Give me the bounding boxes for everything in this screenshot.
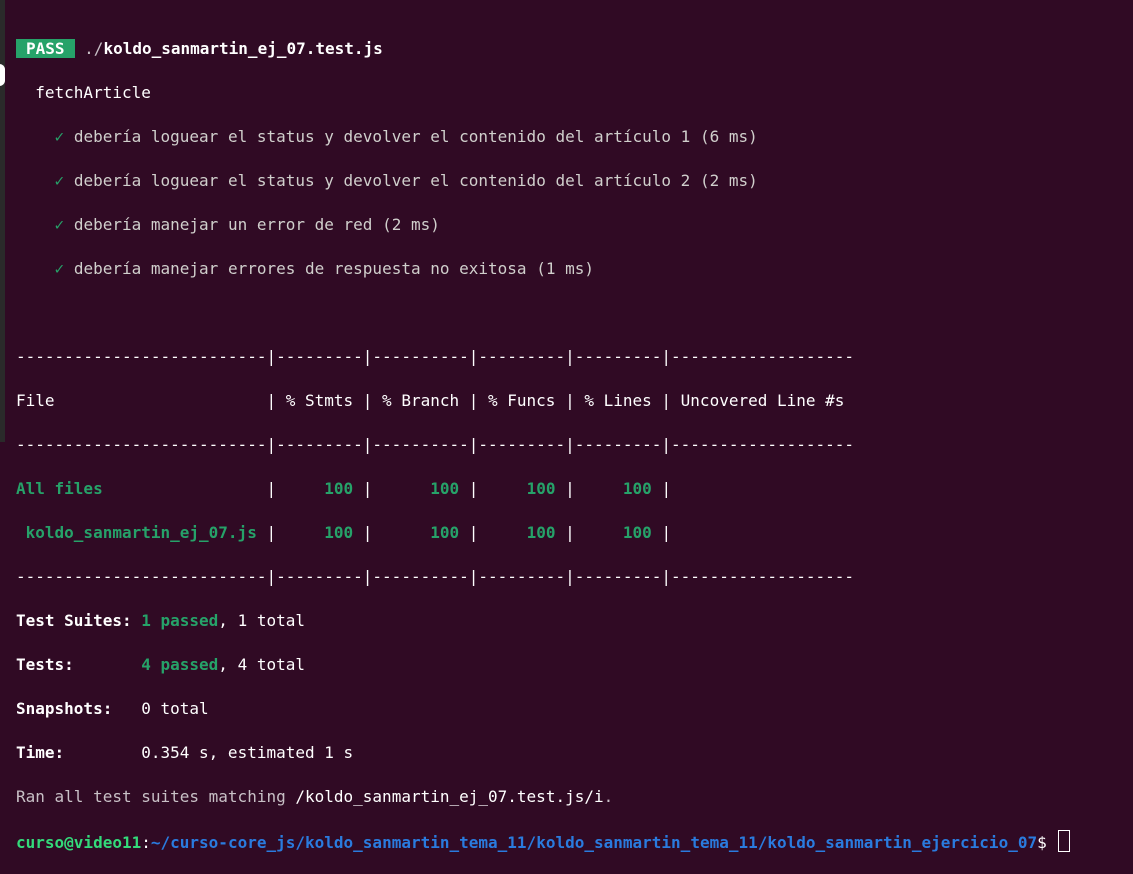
prompt-user-host: curso@video11 bbox=[16, 833, 142, 852]
coverage-separator: --------------------------|---------|---… bbox=[16, 567, 855, 586]
summary-tests: Tests: 4 passed, 4 total bbox=[16, 655, 305, 674]
prompt-path: ~/curso-core_js/koldo_sanmartin_tema_11/… bbox=[150, 833, 1038, 852]
suite-title: fetchArticle bbox=[35, 83, 151, 102]
test-file-name: koldo_sanmartin_ej_07.test.js bbox=[103, 39, 383, 58]
coverage-row-file: koldo_sanmartin_ej_07.js | 100 | 100 | 1… bbox=[16, 523, 672, 542]
coverage-header: File | % Stmts | % Branch | % Funcs | % … bbox=[16, 391, 855, 410]
coverage-separator: --------------------------|---------|---… bbox=[16, 347, 855, 366]
edge-indicator bbox=[0, 64, 5, 86]
coverage-row-all-files: All files | 100 | 100 | 100 | 100 | bbox=[16, 479, 672, 498]
test-result-2: ✓ debería loguear el status y devolver e… bbox=[54, 171, 758, 190]
test-file-header: PASS ./koldo_sanmartin_ej_07.test.js bbox=[16, 38, 1070, 60]
summary-snapshots: Snapshots: 0 total bbox=[16, 699, 209, 718]
check-icon: ✓ bbox=[54, 127, 65, 146]
coverage-separator: --------------------------|---------|---… bbox=[16, 435, 855, 454]
test-result-4: ✓ debería manejar errores de respuesta n… bbox=[54, 259, 594, 278]
text-cursor[interactable] bbox=[1058, 830, 1071, 852]
summary-time: Time: 0.354 s, estimated 1 s bbox=[16, 743, 354, 762]
window-edge bbox=[0, 0, 5, 442]
ran-all-suites: Ran all test suites matching /koldo_sanm… bbox=[16, 787, 614, 806]
check-icon: ✓ bbox=[54, 259, 65, 278]
terminal-output: PASS ./koldo_sanmartin_ej_07.test.js fet… bbox=[16, 16, 1071, 874]
test-result-3: ✓ debería manejar un error de red (2 ms) bbox=[54, 215, 440, 234]
check-icon: ✓ bbox=[54, 215, 65, 234]
path-prefix: ./ bbox=[84, 39, 104, 58]
shell-prompt[interactable]: curso@video11:~/curso-core_js/koldo_sanm… bbox=[16, 830, 1071, 852]
summary-test-suites: Test Suites: 1 passed, 1 total bbox=[16, 611, 305, 630]
test-result-1: ✓ debería loguear el status y devolver e… bbox=[54, 127, 758, 146]
pass-badge: PASS bbox=[16, 39, 75, 58]
check-icon: ✓ bbox=[54, 171, 65, 190]
